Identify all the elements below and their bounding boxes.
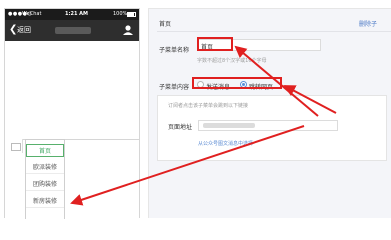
- page-url-blurred-value: [203, 123, 255, 128]
- back-button[interactable]: 返回: [17, 26, 31, 35]
- submenu-item-home[interactable]: 首页: [26, 144, 64, 157]
- status-time: 1:21 AM: [65, 11, 89, 17]
- battery-icon: [127, 12, 136, 17]
- account-name-blurred: [55, 27, 91, 34]
- custom-menu-bar: 首页 欧派装修 团购装修 新房装修: [5, 139, 139, 219]
- carrier-label: WeChat: [22, 11, 42, 17]
- keyboard-icon[interactable]: [7, 139, 23, 153]
- delete-submenu-link[interactable]: 删除子: [359, 19, 377, 28]
- submenu-content-label: 子菜单内容: [159, 84, 190, 91]
- submenu-item-new-house[interactable]: 新房装修: [26, 195, 64, 208]
- battery-percent: 100%: [113, 11, 128, 17]
- submenu-name-label: 子菜单名称: [159, 47, 190, 54]
- jump-config-box: 订阅者点击该子菜单会跳到以下链接 页面地址 从公众号图文消息中选择: [157, 95, 387, 161]
- page-url-label: 页面地址: [168, 124, 193, 131]
- jump-description: 订阅者点击该子菜单会跳到以下链接: [168, 103, 249, 109]
- name-highlight-box: [197, 37, 233, 51]
- submenu-popup: 首页 欧派装修 团购装修 新房装修: [25, 139, 65, 219]
- phone-preview: ●●●●○ WeChat 1:21 AM 100% ❮ 返回 首页 欧派装修 团…: [4, 8, 140, 219]
- name-length-hint: 字数不超过8个汉字或16个字母: [197, 58, 267, 64]
- submenu-edit-panel: 首页 删除子 子菜单名称 首页 字数不超过8个汉字或16个字母 子菜单内容 发送…: [148, 8, 391, 218]
- user-profile-icon[interactable]: [121, 24, 135, 36]
- submenu-item-oupai[interactable]: 欧派装修: [26, 161, 64, 174]
- panel-title: 首页: [159, 21, 172, 28]
- choose-from-articles-link[interactable]: 从公众号图文消息中选择: [198, 140, 253, 147]
- status-bar: ●●●●○ WeChat 1:21 AM 100%: [5, 9, 139, 20]
- phone-nav-bar: ❮ 返回: [5, 20, 139, 41]
- panel-divider: [157, 31, 391, 32]
- submenu-item-group-buy[interactable]: 团购装修: [26, 178, 64, 191]
- content-highlight-box: [192, 77, 282, 89]
